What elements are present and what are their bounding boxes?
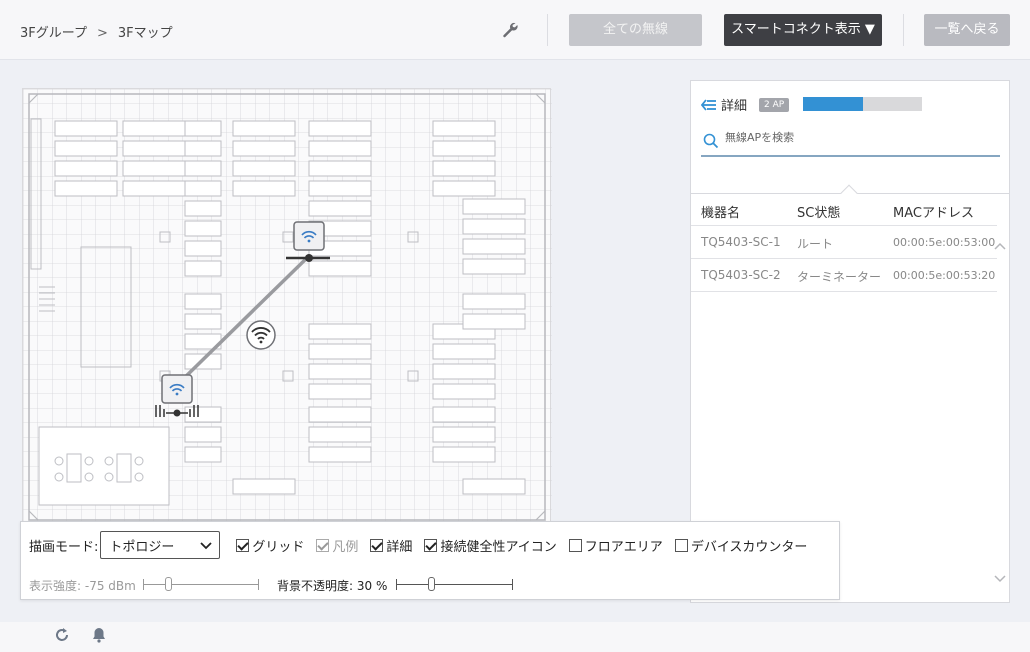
draw-mode-select[interactable]: トポロジー	[100, 531, 221, 559]
chevron-down-icon	[200, 542, 213, 550]
checkbox-box[interactable]	[236, 538, 250, 552]
display-strength-slider[interactable]	[143, 577, 259, 591]
top-bar: 3Fグループ >3Fマップ 全ての無線 スマートコネクト表示 ▼ 一覧へ戻る	[0, 0, 1030, 60]
header-divider	[903, 14, 904, 46]
row-mac-address: 00:00:5e:00:53:20	[893, 269, 996, 282]
row-mac-address: 00:00:5e:00:53:00	[893, 236, 996, 249]
breadcrumb-current: 3Fマップ	[117, 26, 173, 41]
device-counter-checkbox[interactable]: デバイスカウンター	[674, 536, 808, 555]
ap-count-badge: 2 AP	[759, 97, 790, 112]
checkbox-label: グリッド	[252, 539, 305, 555]
draw-mode-label: 描画モード:	[29, 539, 99, 555]
chevron-down-icon[interactable]	[993, 572, 1007, 586]
detail-checkbox[interactable]: 詳細	[370, 536, 412, 555]
breadcrumb-separator: >	[96, 26, 108, 41]
refresh-icon[interactable]	[53, 626, 71, 644]
footer-bar	[0, 622, 1030, 652]
breadcrumb-group[interactable]: 3Fグループ	[20, 26, 87, 41]
checkbox-label: 接続健全性アイコン	[440, 539, 557, 555]
progress-fill	[803, 97, 863, 111]
floor-plan-canvas[interactable]	[23, 89, 552, 525]
header-divider	[547, 14, 548, 46]
table-row[interactable]: TQ5403-SC-2 ターミネーター 00:00:5e:00:53:20	[691, 259, 997, 292]
checkbox-label: フロアエリア	[584, 539, 663, 555]
grid-checkbox[interactable]: グリッド	[236, 536, 304, 555]
column-header-mac[interactable]: MACアドレス	[893, 202, 974, 221]
draw-mode-value: トポロジー	[109, 539, 175, 555]
checkbox-box[interactable]	[370, 538, 384, 552]
row-device-name: TQ5403-SC-2	[701, 268, 781, 282]
column-header-sc-state[interactable]: SC状態	[797, 202, 840, 221]
row-device-name: TQ5403-SC-1	[701, 235, 781, 249]
checkbox-label: デバイスカウンター	[690, 539, 808, 555]
legend-checkbox[interactable]: 凡例	[316, 536, 358, 555]
search-input[interactable]	[725, 131, 985, 144]
checkbox-box[interactable]	[568, 538, 582, 552]
column-header-name[interactable]: 機器名	[701, 202, 740, 221]
floor-area-checkbox[interactable]: フロアエリア	[568, 536, 663, 555]
wrench-icon[interactable]	[500, 20, 520, 40]
all-wireless-button[interactable]: 全ての無線	[569, 14, 702, 46]
background-opacity-slider[interactable]	[396, 577, 513, 591]
smart-connect-view-dropdown[interactable]: スマートコネクト表示 ▼	[724, 14, 882, 46]
map-controls: 描画モード: トポロジー グリッド 凡例 詳細 接続健全性アイコン フロアエリア…	[20, 521, 840, 600]
checkbox-label: 凡例	[332, 539, 359, 555]
display-strength-label: 表示強度: -75 dBm	[29, 579, 136, 593]
progress-bar	[803, 97, 922, 111]
collapse-left-icon[interactable]	[701, 98, 717, 111]
caret-notch	[840, 184, 858, 202]
checkbox-box[interactable]	[316, 538, 330, 552]
background-opacity-label: 背景不透明度: 30 %	[277, 579, 388, 593]
floor-map[interactable]	[22, 88, 552, 525]
row-sc-state: ルート	[797, 237, 834, 251]
detail-toggle[interactable]: 詳細 2 AP	[701, 95, 790, 114]
search-icon	[703, 133, 719, 149]
slider-thumb[interactable]	[428, 577, 435, 591]
row-sc-state: ターミネーター	[797, 270, 882, 284]
table-row[interactable]: TQ5403-SC-1 ルート 00:00:5e:00:53:00	[691, 226, 997, 259]
checkbox-box[interactable]	[424, 538, 438, 552]
bell-icon[interactable]	[90, 626, 108, 644]
back-to-list-button[interactable]: 一覧へ戻る	[924, 14, 1010, 46]
search-box[interactable]	[701, 129, 1000, 157]
connection-health-icon-checkbox[interactable]: 接続健全性アイコン	[424, 536, 557, 555]
checkbox-label: 詳細	[386, 539, 413, 555]
slider-thumb[interactable]	[165, 577, 172, 591]
breadcrumb: 3Fグループ >3Fマップ	[20, 22, 181, 41]
checkbox-box[interactable]	[674, 538, 688, 552]
detail-label: 詳細	[721, 99, 748, 114]
wifi-signal-icon[interactable]	[246, 320, 276, 350]
chevron-up-icon[interactable]	[993, 239, 1007, 253]
